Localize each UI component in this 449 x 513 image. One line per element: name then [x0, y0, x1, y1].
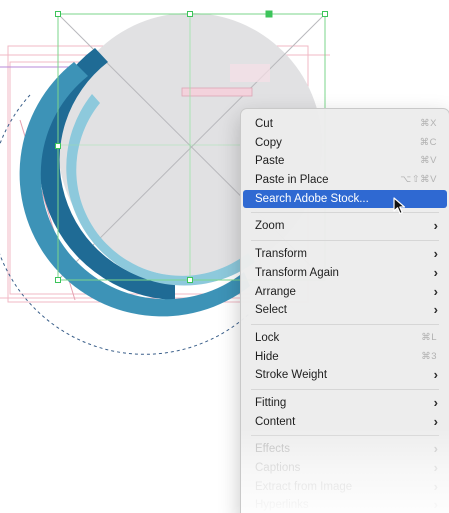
menu-item-stroke-weight[interactable]: Stroke Weight ›: [243, 366, 447, 385]
handle-mid-left[interactable]: [55, 143, 61, 149]
pink-placeholder: [181, 87, 253, 97]
handle-bottom-center[interactable]: [187, 277, 193, 283]
menu-item-cut[interactable]: Cut ⌘X: [243, 115, 447, 134]
mouse-pointer-icon: [393, 197, 406, 215]
menu-item-search-adobe-stock[interactable]: Search Adobe Stock...: [243, 189, 447, 209]
menu-item-fitting[interactable]: Fitting ›: [243, 394, 447, 413]
chevron-right-icon: ›: [433, 246, 438, 262]
menu-item-transform-again[interactable]: Transform Again ›: [243, 264, 447, 283]
menu-item-label: Captions: [255, 462, 301, 474]
menu-separator: [251, 323, 439, 325]
menu-item-label: Copy: [255, 136, 282, 149]
menu-item-content[interactable]: Content ›: [243, 413, 447, 432]
menu-item-label: Paste in Place: [255, 174, 329, 187]
menu-item-effects[interactable]: Effects ›: [243, 440, 447, 459]
menu-separator: [251, 388, 439, 390]
menu-item-label: Lock: [255, 331, 280, 344]
menu-shortcut: ⌥⇧⌘V: [400, 174, 437, 186]
menu-item-label: Extract from Image: [255, 480, 353, 493]
menu-shortcut: ⌘C: [419, 136, 437, 148]
menu-item-label: Fitting: [255, 396, 287, 409]
menu-item-label: Content: [255, 415, 296, 428]
chevron-right-icon: ›: [433, 264, 438, 280]
menu-item-lock[interactable]: Lock ⌘L: [243, 329, 447, 348]
menu-item-copy[interactable]: Copy ⌘C: [243, 134, 447, 153]
handle-bottom-left[interactable]: [55, 277, 61, 283]
menu-item-label: Transform: [255, 248, 307, 261]
menu-item-zoom[interactable]: Zoom ›: [243, 217, 447, 236]
menu-shortcut: ⌘3: [421, 350, 437, 362]
chevron-right-icon: ›: [433, 497, 438, 513]
menu-item-label: Effects: [255, 443, 290, 456]
menu-item-label: Search Adobe Stock...: [255, 192, 369, 205]
menu-item-hide[interactable]: Hide ⌘3: [243, 348, 447, 367]
handle-top-left[interactable]: [55, 11, 61, 17]
chevron-right-icon: ›: [433, 478, 438, 494]
menu-separator: [251, 212, 439, 214]
menu-item-transform[interactable]: Transform ›: [243, 245, 447, 264]
chevron-right-icon: ›: [433, 367, 438, 383]
menu-item-label: Transform Again: [255, 266, 339, 279]
menu-item-paste[interactable]: Paste ⌘V: [243, 152, 447, 171]
handle-top-far-right[interactable]: [322, 11, 328, 17]
menu-item-label: Hyperlinks: [255, 499, 309, 512]
menu-item-hyperlinks[interactable]: Hyperlinks ›: [243, 496, 447, 513]
pink-placeholder-glow: [230, 64, 270, 82]
chevron-right-icon: ›: [433, 413, 438, 429]
canvas-stage: Cut ⌘X Copy ⌘C Paste ⌘V Paste in Place ⌥…: [0, 0, 449, 513]
menu-item-arrange[interactable]: Arrange ›: [243, 283, 447, 302]
chevron-right-icon: ›: [433, 283, 438, 299]
chevron-right-icon: ›: [433, 218, 438, 234]
handle-top-right[interactable]: [265, 10, 273, 18]
menu-item-extract-from-image[interactable]: Extract from Image ›: [243, 478, 447, 497]
menu-item-label: Arrange: [255, 285, 296, 298]
handle-top-center[interactable]: [187, 11, 193, 17]
context-menu: Cut ⌘X Copy ⌘C Paste ⌘V Paste in Place ⌥…: [240, 108, 449, 513]
menu-item-label: Hide: [255, 350, 279, 363]
menu-item-paste-in-place[interactable]: Paste in Place ⌥⇧⌘V: [243, 171, 447, 190]
chevron-right-icon: ›: [433, 441, 438, 457]
menu-item-label: Zoom: [255, 220, 285, 233]
menu-item-label: Cut: [255, 118, 273, 130]
chevron-right-icon: ›: [433, 302, 438, 318]
menu-item-select[interactable]: Select ›: [243, 301, 447, 320]
menu-separator: [251, 435, 439, 437]
menu-item-label: Stroke Weight: [255, 369, 328, 382]
chevron-right-icon: ›: [433, 460, 438, 475]
menu-shortcut: ⌘X: [420, 118, 437, 129]
menu-separator: [251, 240, 439, 242]
menu-shortcut: ⌘L: [421, 331, 437, 343]
menu-item-captions[interactable]: Captions ›: [243, 459, 447, 478]
chevron-right-icon: ›: [433, 394, 438, 410]
menu-shortcut: ⌘V: [420, 155, 437, 167]
menu-item-label: Select: [255, 304, 287, 317]
menu-item-label: Paste: [255, 155, 285, 168]
